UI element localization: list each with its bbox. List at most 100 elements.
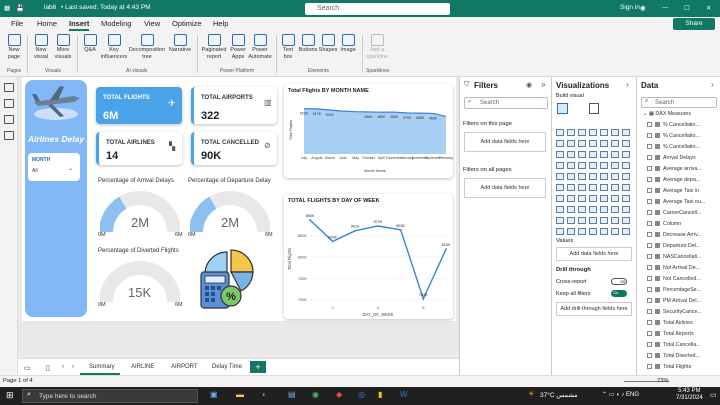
field-item[interactable]: % Cancellatio... [647, 133, 700, 139]
visual-type-icon[interactable] [622, 140, 630, 147]
filter-search-input[interactable]: ⌕ Search [464, 97, 548, 109]
visual-type-icon[interactable] [578, 206, 586, 213]
visual-type-icon[interactable] [567, 162, 575, 169]
mobile-layout-icon[interactable]: ▯ [46, 364, 50, 372]
visual-type-icon[interactable] [600, 162, 608, 169]
gauge-arrival-delays[interactable]: Percentage of Arrival Delays 2M 0M 6M [95, 175, 187, 245]
flights-by-weekday-chart[interactable]: TOTAL FLIGHTS BY DAY OF WEEK 700K 750K 800… [284, 194, 453, 319]
menu-optimize[interactable]: Optimize [172, 19, 202, 28]
text-box-button[interactable]: Text box [279, 34, 297, 60]
visual-type-icon[interactable] [556, 206, 564, 213]
visual-type-icon[interactable] [556, 195, 564, 202]
field-item[interactable]: Average depa... [647, 177, 700, 183]
field-checkbox[interactable] [647, 309, 652, 314]
field-checkbox[interactable] [647, 155, 652, 160]
key-influencers-button[interactable]: Key influencers [100, 34, 128, 60]
menu-modeling[interactable]: Modeling [101, 19, 131, 28]
visual-type-icon[interactable] [567, 195, 575, 202]
file-explorer-icon[interactable]: ▬ [236, 390, 244, 399]
visual-type-icon[interactable] [589, 206, 597, 213]
field-checkbox[interactable] [647, 320, 652, 325]
field-checkbox[interactable] [647, 177, 652, 182]
store-icon[interactable]: ▤ [288, 390, 296, 399]
add-page-button[interactable]: + [250, 361, 266, 373]
visual-type-icon[interactable] [578, 228, 586, 235]
field-item[interactable]: Total Flights [647, 364, 691, 370]
paginated-report-button[interactable]: Paginated report [199, 34, 229, 60]
eye-icon[interactable]: ◉ [526, 81, 532, 89]
format-visual-tab[interactable] [589, 103, 599, 114]
field-item[interactable]: Not Cancelled... [647, 276, 701, 282]
power-automate-button[interactable]: Power Automate [248, 34, 272, 60]
visual-type-icon[interactable] [622, 184, 630, 191]
visual-type-icon[interactable] [578, 151, 586, 158]
visual-type-icon[interactable] [611, 129, 619, 136]
visual-type-icon[interactable] [589, 173, 597, 180]
buttons-button[interactable]: Buttons [298, 34, 318, 54]
visual-type-icon[interactable] [556, 140, 564, 147]
qna-button[interactable]: Q&A [80, 34, 100, 54]
visual-type-icon[interactable] [556, 162, 564, 169]
visual-type-icon[interactable] [567, 173, 575, 180]
dax-query-icon[interactable] [4, 131, 14, 140]
visual-type-icon[interactable] [556, 184, 564, 191]
field-checkbox[interactable] [647, 210, 652, 215]
field-checkbox[interactable] [647, 243, 652, 248]
word-icon[interactable]: W [400, 390, 408, 399]
visual-type-icon[interactable] [567, 184, 575, 191]
visual-type-icon[interactable] [611, 173, 619, 180]
filters-all-pages-dropzone[interactable]: Add data fields here [464, 178, 546, 198]
visual-type-icon[interactable] [622, 151, 630, 158]
field-checkbox[interactable] [647, 265, 652, 270]
kpi-total-cancelled[interactable]: TOTAL CANCELLED 90K ⊘ [191, 132, 277, 165]
filters-this-page-dropzone[interactable]: Add data fields here [464, 132, 546, 152]
chat-icon[interactable]: ◉ [312, 390, 319, 399]
field-item[interactable]: Total Cancella... [647, 342, 701, 348]
more-visuals-button[interactable]: More visuals [52, 34, 74, 60]
prev-page-icon[interactable]: ‹ [62, 364, 64, 370]
task-view-icon[interactable]: ▣ [210, 390, 218, 399]
office-icon[interactable]: ◆ [336, 390, 342, 399]
save-status[interactable]: • Last saved: Today at 4:43 PM [61, 4, 151, 11]
field-item[interactable]: Decrease Arriv... [647, 232, 702, 238]
visual-type-icon[interactable] [611, 217, 619, 224]
visual-type-icon[interactable] [600, 184, 608, 191]
close-icon[interactable]: ✕ [706, 4, 711, 12]
menu-home[interactable]: Home [37, 19, 57, 28]
visual-type-icon[interactable] [556, 217, 564, 224]
visual-type-icon[interactable] [622, 228, 630, 235]
menu-view[interactable]: View [144, 19, 160, 28]
drill-through-dropzone[interactable]: Add drill-through fields here [556, 302, 632, 316]
field-item[interactable]: Average Taxi ou... [647, 199, 705, 205]
clock[interactable]: 5:43 PM 7/31/2024 [676, 388, 703, 402]
visual-type-icon[interactable] [611, 184, 619, 191]
visual-type-icon[interactable] [578, 184, 586, 191]
visual-type-icon[interactable] [589, 228, 597, 235]
visual-type-icon[interactable] [578, 217, 586, 224]
visual-type-icon[interactable] [600, 195, 608, 202]
visual-type-icon[interactable] [611, 140, 619, 147]
field-checkbox[interactable] [647, 287, 652, 292]
field-checkbox[interactable] [647, 199, 652, 204]
powerbi-icon[interactable]: ▮ [378, 390, 382, 399]
kpi-total-airlines[interactable]: TOTAL AIRLINES 14 ▚ [96, 132, 182, 165]
collapse-icon[interactable]: › [626, 80, 629, 89]
field-item[interactable]: CarrierCancell... [647, 210, 701, 216]
visual-type-icon[interactable] [567, 217, 575, 224]
shapes-button[interactable]: Shapes [318, 34, 338, 54]
sign-in-link[interactable]: Sign in [620, 4, 640, 11]
visual-type-icon[interactable] [578, 195, 586, 202]
visual-type-icon[interactable] [622, 173, 630, 180]
tab-airport[interactable]: AIRPORT [171, 364, 198, 370]
visual-type-icon[interactable] [600, 173, 608, 180]
visual-type-icon[interactable] [611, 195, 619, 202]
visual-type-icon[interactable] [600, 129, 608, 136]
visual-type-icon[interactable] [589, 162, 597, 169]
data-search-input[interactable]: ⌕ Search [641, 97, 717, 108]
visual-type-icon[interactable] [556, 228, 564, 235]
visual-type-icon[interactable] [589, 184, 597, 191]
menu-help[interactable]: Help [213, 19, 228, 28]
visual-type-icon[interactable] [556, 151, 564, 158]
new-visual-button[interactable]: New visual [30, 34, 52, 60]
dax-measures-table[interactable]: ⌄ ▦ DAX Measures [643, 111, 691, 117]
